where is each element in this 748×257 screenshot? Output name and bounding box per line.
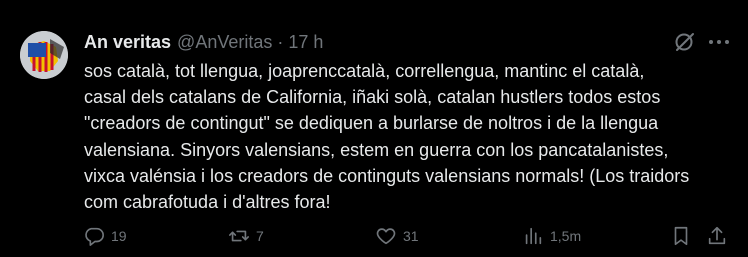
bookmark-icon bbox=[674, 226, 688, 246]
user-handle[interactable]: @AnVeritas bbox=[177, 32, 272, 53]
more-icon[interactable] bbox=[706, 30, 732, 54]
grok-icon[interactable] bbox=[672, 29, 698, 55]
views-button[interactable]: 1,5m bbox=[522, 222, 581, 250]
share-button[interactable] bbox=[706, 222, 728, 250]
tweet-actions: 19 7 31 1,5m bbox=[0, 222, 748, 250]
share-icon bbox=[708, 226, 726, 245]
avatar[interactable] bbox=[20, 31, 68, 79]
timestamp[interactable]: 17 h bbox=[288, 32, 323, 53]
like-count: 31 bbox=[403, 228, 419, 244]
heart-icon bbox=[376, 228, 396, 245]
like-button[interactable]: 31 bbox=[375, 222, 419, 250]
repost-icon bbox=[229, 230, 249, 242]
views-icon bbox=[525, 227, 542, 245]
tweet[interactable]: An veritas @AnVeritas · 17 h sos català,… bbox=[0, 0, 748, 257]
separator: · bbox=[277, 31, 284, 52]
tweet-text: sos català, tot llengua, joaprenccatalà,… bbox=[84, 61, 690, 213]
reply-button[interactable]: 19 bbox=[83, 222, 127, 250]
reply-count: 19 bbox=[111, 228, 127, 244]
repost-count: 7 bbox=[256, 228, 264, 244]
bookmark-button[interactable] bbox=[670, 222, 692, 250]
views-count: 1,5m bbox=[550, 228, 582, 244]
tweet-header: An veritas @AnVeritas · 17 h bbox=[84, 30, 323, 54]
repost-button[interactable]: 7 bbox=[228, 222, 264, 250]
display-name[interactable]: An veritas bbox=[84, 32, 171, 53]
reply-icon bbox=[85, 227, 104, 246]
